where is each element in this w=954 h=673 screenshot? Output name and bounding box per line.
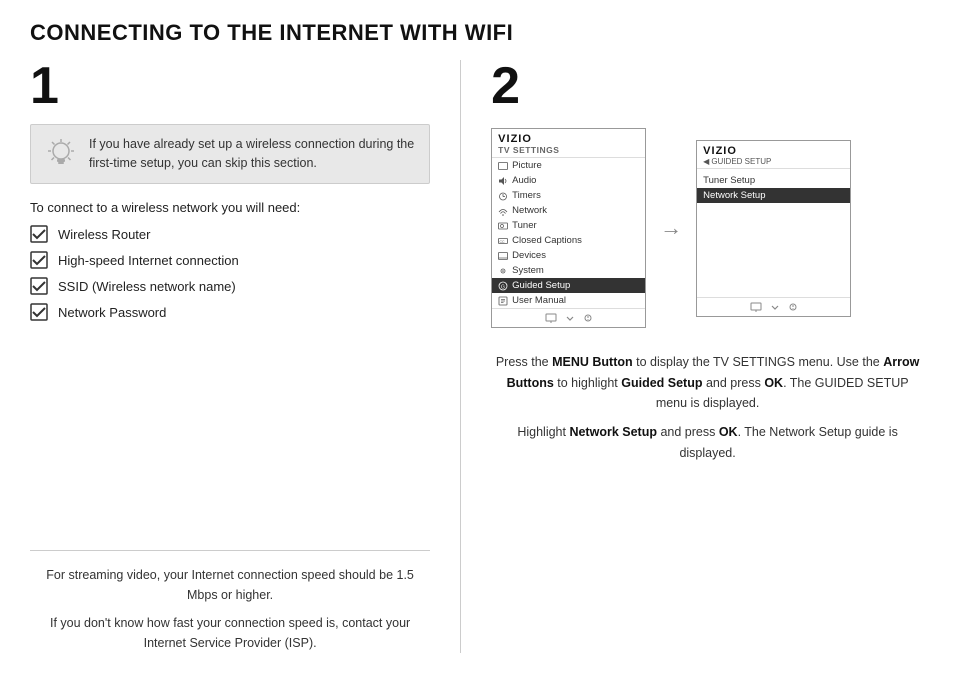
svg-text:CC: CC bbox=[500, 240, 506, 244]
checklist-item-label: Wireless Router bbox=[58, 227, 150, 242]
network-icon bbox=[498, 206, 508, 216]
menu-item-tuner: Tuner bbox=[492, 218, 645, 233]
note-line-1: For streaming video, your Internet conne… bbox=[30, 565, 430, 605]
screens-row: VIZIO TV SETTINGS Picture Audio bbox=[491, 128, 924, 328]
cc-icon: CC bbox=[498, 236, 508, 246]
step1-number: 1 bbox=[30, 60, 430, 112]
right-description: Press the MENU Button to display the TV … bbox=[491, 352, 924, 463]
footer-icon3 bbox=[583, 313, 593, 323]
list-item: Wireless Router bbox=[30, 225, 430, 243]
checkbox-icon bbox=[30, 251, 48, 269]
list-item: SSID (Wireless network name) bbox=[30, 277, 430, 295]
system-icon bbox=[498, 266, 508, 276]
checkbox-icon bbox=[30, 277, 48, 295]
menu-item-user-manual: User Manual bbox=[492, 293, 645, 308]
screen1-footer bbox=[492, 308, 645, 327]
menu-item-system: System bbox=[492, 263, 645, 278]
manual-icon bbox=[498, 296, 508, 306]
checklist-item-label: High-speed Internet connection bbox=[58, 253, 239, 268]
page-title: CONNECTING TO THE INTERNET WITH WIFI bbox=[30, 20, 924, 46]
devices-icon bbox=[498, 251, 508, 261]
checkbox-icon bbox=[30, 225, 48, 243]
picture-icon bbox=[498, 161, 508, 171]
tip-text: If you have already set up a wireless co… bbox=[89, 135, 417, 173]
list-item: Network Password bbox=[30, 303, 430, 321]
step2-number: 2 bbox=[491, 60, 924, 112]
col-right: 2 VIZIO TV SETTINGS Picture bbox=[461, 60, 924, 653]
list-item: High-speed Internet connection bbox=[30, 251, 430, 269]
menu-item-timers: Timers bbox=[492, 188, 645, 203]
footer-icon2 bbox=[770, 302, 780, 312]
screen2-back: ◀ GUIDED SETUP bbox=[703, 157, 844, 166]
footer-icon1 bbox=[545, 313, 557, 323]
arrow-right: → bbox=[660, 215, 682, 241]
two-columns: 1 If you have already set up a wirel bbox=[30, 60, 924, 653]
guided-setup-icon: G bbox=[498, 281, 508, 291]
audio-icon bbox=[498, 176, 508, 186]
footer-icon3 bbox=[788, 302, 798, 312]
screen2: VIZIO ◀ GUIDED SETUP Tuner Setup Network… bbox=[696, 140, 851, 317]
checkbox-icon bbox=[30, 303, 48, 321]
lightbulb-icon bbox=[43, 137, 79, 173]
footer-icon2 bbox=[565, 313, 575, 323]
screen2-footer bbox=[697, 297, 850, 316]
desc-line1: Press the MENU Button to display the TV … bbox=[491, 352, 924, 414]
screen2-menu: Tuner Setup Network Setup bbox=[697, 169, 850, 207]
checklist: Wireless Router High-speed Internet conn… bbox=[30, 225, 430, 329]
menu-item-guided-setup: G Guided Setup bbox=[492, 278, 645, 293]
menu-item-picture: Picture bbox=[492, 158, 645, 173]
tuner-icon bbox=[498, 221, 508, 231]
screen1-header: VIZIO TV SETTINGS bbox=[492, 129, 645, 158]
note-line-2: If you don't know how fast your connecti… bbox=[30, 613, 430, 653]
checklist-item-label: SSID (Wireless network name) bbox=[58, 279, 236, 294]
screen1-brand: VIZIO bbox=[498, 133, 639, 145]
screen1-subtitle: TV SETTINGS bbox=[498, 145, 639, 155]
menu-item-network: Network bbox=[492, 203, 645, 218]
menu-item-devices: Devices bbox=[492, 248, 645, 263]
page: CONNECTING TO THE INTERNET WITH WIFI 1 bbox=[0, 0, 954, 673]
need-label: To connect to a wireless network you wil… bbox=[30, 200, 430, 215]
tip-box: If you have already set up a wireless co… bbox=[30, 124, 430, 184]
screen1-menu: Picture Audio Timers bbox=[492, 158, 645, 308]
footer-icon1 bbox=[750, 302, 762, 312]
svg-text:G: G bbox=[501, 284, 505, 290]
screen2-brand: VIZIO bbox=[703, 145, 844, 157]
checklist-item-label: Network Password bbox=[58, 305, 166, 320]
screen1: VIZIO TV SETTINGS Picture Audio bbox=[491, 128, 646, 328]
timers-icon bbox=[498, 191, 508, 201]
screen2-header: VIZIO ◀ GUIDED SETUP bbox=[697, 141, 850, 169]
desc-line2: Highlight Network Setup and press OK. Th… bbox=[491, 422, 924, 463]
menu-item-network-setup: Network Setup bbox=[697, 188, 850, 203]
menu-item-tuner-setup: Tuner Setup bbox=[697, 173, 850, 188]
menu-item-audio: Audio bbox=[492, 173, 645, 188]
bottom-note: For streaming video, your Internet conne… bbox=[30, 550, 430, 653]
menu-item-cc: CC Closed Captions bbox=[492, 233, 645, 248]
col-left: 1 If you have already set up a wirel bbox=[30, 60, 461, 653]
